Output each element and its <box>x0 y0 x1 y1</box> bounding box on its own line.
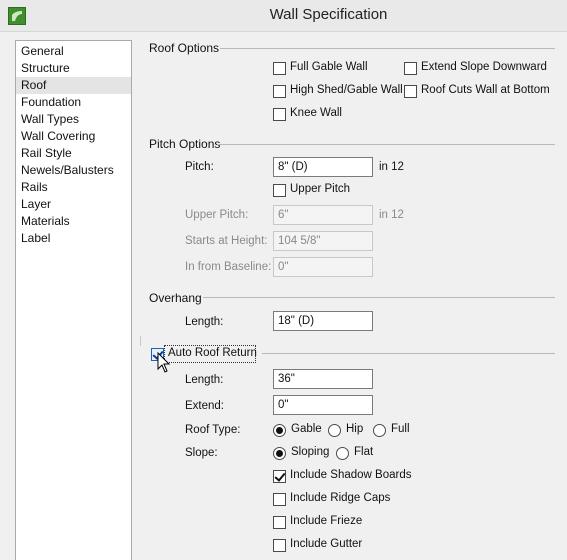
sidebar-item-layer[interactable]: Layer <box>16 196 131 213</box>
sidebar-item-general[interactable]: General <box>16 43 131 60</box>
overhang-length-input[interactable]: 18" (D) <box>273 311 373 331</box>
extend-slope-downward-checkbox[interactable] <box>404 62 417 75</box>
auto-roof-return-label: Auto Roof Return <box>168 347 257 359</box>
sidebar-item-rail-style[interactable]: Rail Style <box>16 145 131 162</box>
mouse-pointer-icon <box>157 352 171 373</box>
include-ridge-caps-checkbox[interactable] <box>273 493 286 506</box>
roof-type-full-radio[interactable] <box>373 424 386 437</box>
overhang-heading: Overhang <box>149 291 202 305</box>
upper-pitch-checkbox-label: Upper Pitch <box>290 183 351 195</box>
upper-pitch-label: Upper Pitch: <box>185 209 249 221</box>
knee-wall-checkbox[interactable] <box>273 108 286 121</box>
include-shadow-boards-checkbox[interactable] <box>273 470 286 483</box>
roof-options-heading: Roof Options <box>149 41 220 55</box>
sidebar-item-materials[interactable]: Materials <box>16 213 131 230</box>
upper-pitch-input[interactable]: 6" <box>273 205 373 225</box>
slope-label: Slope: <box>185 447 218 459</box>
slope-sloping-label: Sloping <box>291 446 330 458</box>
roof-type-gable-radio[interactable] <box>273 424 286 437</box>
overhang-length-label: Length: <box>185 316 224 328</box>
include-frieze-checkbox[interactable] <box>273 516 286 529</box>
pitch-unit: in 12 <box>379 161 404 173</box>
upper-pitch-unit: in 12 <box>379 209 404 221</box>
sidebar-item-label[interactable]: Label <box>16 230 131 247</box>
slope-flat-radio[interactable] <box>336 447 349 460</box>
include-ridge-caps-label: Include Ridge Caps <box>290 492 391 504</box>
auto-roof-return-divider <box>262 353 555 354</box>
starts-at-height-label: Starts at Height: <box>185 235 268 247</box>
include-shadow-boards-label: Include Shadow Boards <box>290 469 412 481</box>
roof-type-hip-label: Hip <box>346 423 364 435</box>
sidebar-item-wall-covering[interactable]: Wall Covering <box>16 128 131 145</box>
starts-at-height-input[interactable]: 104 5/8" <box>273 231 373 251</box>
sidebar-item-structure[interactable]: Structure <box>16 60 131 77</box>
high-shed-gable-wall-checkbox[interactable] <box>273 85 286 98</box>
roof-options-divider <box>220 48 555 49</box>
sidebar-item-foundation[interactable]: Foundation <box>16 94 131 111</box>
extend-label: Extend: <box>185 400 224 412</box>
roof-type-label: Roof Type: <box>185 424 241 436</box>
full-gable-wall-label: Full Gable Wall <box>290 61 368 73</box>
pitch-label: Pitch: <box>185 161 214 173</box>
roof-cuts-wall-at-bottom-label: Roof Cuts Wall at Bottom <box>421 84 550 96</box>
knee-wall-label: Knee Wall <box>290 107 342 119</box>
extend-input[interactable]: 0" <box>273 395 373 415</box>
return-length-input[interactable]: 36" <box>273 369 373 389</box>
in-from-baseline-label: In from Baseline: <box>185 261 272 273</box>
tree-guide-line <box>140 336 141 346</box>
sidebar-item-roof[interactable]: Roof <box>16 77 131 94</box>
window-title: Wall Specification <box>269 6 388 23</box>
pitch-input[interactable]: 8" (D) <box>273 157 373 177</box>
return-length-label: Length: <box>185 374 224 386</box>
pitch-options-divider <box>217 144 555 145</box>
pitch-options-heading: Pitch Options <box>149 137 221 151</box>
high-shed-gable-wall-label: High Shed/Gable Wall <box>290 84 403 96</box>
title-bar: Wall Specification <box>0 0 567 32</box>
include-gutter-checkbox[interactable] <box>273 539 286 552</box>
roof-type-hip-radio[interactable] <box>328 424 341 437</box>
roof-cuts-wall-at-bottom-checkbox[interactable] <box>404 85 417 98</box>
upper-pitch-checkbox[interactable] <box>273 184 286 197</box>
include-gutter-label: Include Gutter <box>290 538 363 550</box>
sidebar: General Structure Roof Foundation Wall T… <box>15 40 132 560</box>
overhang-divider <box>203 297 555 298</box>
include-frieze-label: Include Frieze <box>290 515 363 527</box>
roof-type-gable-label: Gable <box>291 423 322 435</box>
full-gable-wall-checkbox[interactable] <box>273 62 286 75</box>
slope-flat-label: Flat <box>354 446 374 458</box>
slope-sloping-radio[interactable] <box>273 447 286 460</box>
sidebar-item-newels-balusters[interactable]: Newels/Balusters <box>16 162 131 179</box>
extend-slope-downward-label: Extend Slope Downward <box>421 61 547 73</box>
sidebar-item-rails[interactable]: Rails <box>16 179 131 196</box>
roof-type-full-label: Full <box>391 423 410 435</box>
in-from-baseline-input[interactable]: 0" <box>273 257 373 277</box>
sidebar-item-wall-types[interactable]: Wall Types <box>16 111 131 128</box>
